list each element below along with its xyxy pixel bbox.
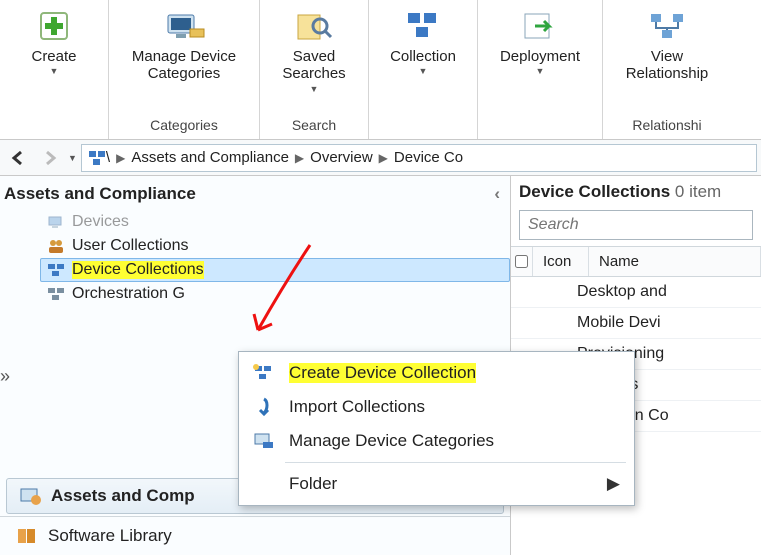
ribbon-group-relationships: Relationshi <box>632 114 701 139</box>
chevron-down-icon: ▼ <box>419 66 428 76</box>
new-collection-icon <box>251 362 277 384</box>
select-all-checkbox[interactable] <box>511 247 533 276</box>
folder-icon <box>251 473 277 495</box>
breadcrumb-bar: ▼ \ ▶ Assets and Compliance ▶ Overview ▶… <box>0 140 761 176</box>
tree-item-user-collections[interactable]: User Collections <box>40 234 510 258</box>
assets-compliance-icon <box>19 485 43 507</box>
menu-manage-device-categories[interactable]: Manage Device Categories <box>241 424 632 458</box>
breadcrumb-root-icon <box>88 150 106 166</box>
menu-item-label: Manage Device Categories <box>289 431 494 451</box>
view-relationships-label: View Relationship <box>613 48 721 83</box>
ribbon-group-label <box>52 114 56 139</box>
chevron-down-icon: ▼ <box>50 66 59 76</box>
devices-icon <box>46 213 66 231</box>
manage-device-categories-label: Manage Device Categories <box>119 48 249 83</box>
nav-forward-button[interactable] <box>36 144 64 172</box>
user-collections-icon <box>46 237 66 255</box>
saved-searches-label: Saved Searches <box>270 48 358 83</box>
device-collections-icon <box>46 261 66 279</box>
collection-label: Collection <box>390 48 456 65</box>
search-input[interactable] <box>519 210 753 240</box>
chevron-down-icon: ▼ <box>536 66 545 76</box>
menu-separator <box>285 462 626 463</box>
collapse-pane-button[interactable]: ‹ <box>494 184 500 204</box>
create-icon <box>32 8 76 44</box>
chevron-right-icon: ▶ <box>373 151 394 165</box>
content-count: 0 item <box>675 182 721 201</box>
ribbon: Create ▼ Manage Device Categories Catego… <box>0 0 761 140</box>
tree-item-label: Devices <box>72 213 129 231</box>
breadcrumb-segment[interactable]: Overview <box>310 149 373 166</box>
breadcrumb-segment[interactable]: Device Co <box>394 149 463 166</box>
list-item[interactable]: Desktop and <box>511 277 761 308</box>
collection-button[interactable]: Collection ▼ <box>379 6 467 77</box>
content-title-text: Device Collections <box>519 182 670 201</box>
search-box <box>519 210 753 240</box>
content-title: Device Collections 0 item <box>511 176 761 208</box>
device-category-icon <box>162 8 206 44</box>
saved-searches-button[interactable]: Saved Searches ▼ <box>270 6 358 94</box>
breadcrumb-segment[interactable]: Assets and Compliance <box>131 149 289 166</box>
tree-item-devices[interactable]: Devices <box>40 210 510 234</box>
menu-import-collections[interactable]: Import Collections <box>241 390 632 424</box>
relationships-icon <box>645 8 689 44</box>
chevron-right-icon: ▶ <box>289 151 310 165</box>
nav-pane-header: Assets and Compliance ‹ <box>0 176 510 210</box>
ribbon-group-search: Search <box>292 114 336 139</box>
row-name: Desktop and <box>567 277 677 307</box>
menu-item-label: Folder <box>289 474 337 494</box>
workspace-label: Assets and Comp <box>51 486 195 506</box>
chevron-down-icon: ▼ <box>310 84 319 94</box>
tree-item-orchestration[interactable]: Orchestration G <box>40 282 510 306</box>
view-relationships-button[interactable]: View Relationship <box>613 6 721 83</box>
column-header-icon[interactable]: Icon <box>533 247 589 276</box>
deployment-icon <box>518 8 562 44</box>
menu-item-label: Import Collections <box>289 397 425 417</box>
deployment-label: Deployment <box>500 48 580 65</box>
software-library-icon <box>16 525 40 547</box>
import-icon <box>251 396 277 418</box>
tree-item-label: Device Collections <box>72 261 204 279</box>
workspace-label: Software Library <box>48 526 172 546</box>
ribbon-group-label <box>421 114 425 139</box>
menu-folder[interactable]: Folder ▶ <box>241 467 632 501</box>
nav-back-button[interactable] <box>4 144 32 172</box>
nav-tree: Devices User Collections Device Collecti… <box>0 210 510 306</box>
create-button[interactable]: Create ▼ <box>10 6 98 77</box>
expand-chevrons-icon[interactable]: » <box>0 366 10 387</box>
context-menu: Create Device Collection Import Collecti… <box>238 351 635 506</box>
breadcrumb[interactable]: \ ▶ Assets and Compliance ▶ Overview ▶ D… <box>81 144 757 172</box>
row-name: Mobile Devi <box>567 308 671 338</box>
orchestration-icon <box>46 285 66 303</box>
column-header-name[interactable]: Name <box>589 247 761 276</box>
create-label: Create <box>31 48 76 65</box>
tree-item-label: User Collections <box>72 237 188 255</box>
menu-item-label: Create Device Collection <box>289 363 476 383</box>
workspace-software-library[interactable]: Software Library <box>0 516 510 555</box>
collection-icon <box>401 8 445 44</box>
nav-pane-title: Assets and Compliance <box>4 184 196 204</box>
submenu-arrow-icon: ▶ <box>607 474 620 494</box>
list-item[interactable]: Mobile Devi <box>511 308 761 339</box>
manage-categories-icon <box>251 430 277 452</box>
saved-search-icon <box>292 8 336 44</box>
ribbon-group-label <box>538 114 542 139</box>
chevron-down-icon[interactable]: ▼ <box>68 153 77 163</box>
tree-item-label: Orchestration G <box>72 285 185 303</box>
tree-item-device-collections[interactable]: Device Collections <box>40 258 510 282</box>
chevron-right-icon: ▶ <box>110 151 131 165</box>
manage-device-categories-button[interactable]: Manage Device Categories <box>119 6 249 83</box>
ribbon-group-categories: Categories <box>150 114 218 139</box>
column-headers: Icon Name <box>511 246 761 277</box>
deployment-button[interactable]: Deployment ▼ <box>488 6 592 77</box>
menu-create-device-collection[interactable]: Create Device Collection <box>241 356 632 390</box>
